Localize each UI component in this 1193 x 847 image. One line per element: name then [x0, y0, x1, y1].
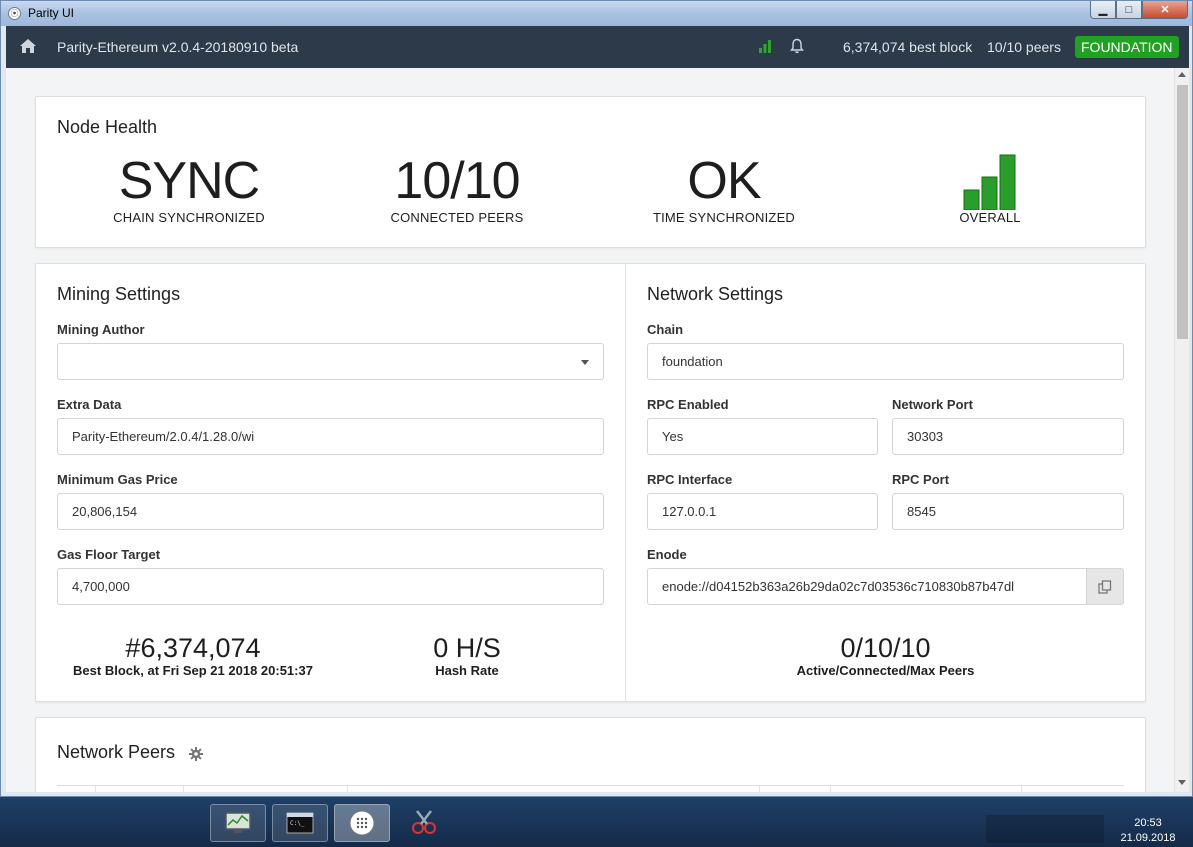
min-gas-price-input[interactable]: 20,806,154	[57, 493, 604, 530]
window-controls: ▁ □ ✕	[1090, 1, 1188, 19]
table-column-divider	[830, 786, 831, 792]
clock-time: 20:53	[1134, 817, 1162, 829]
chain-input[interactable]: foundation	[647, 343, 1124, 380]
time-sync-value: OK	[687, 152, 761, 210]
parity-header: Parity-Ethereum v2.0.4-20180910 beta 6,3…	[6, 26, 1189, 68]
mining-author-label: Mining Author	[57, 322, 145, 337]
rpc-enabled-label: RPC Enabled	[647, 397, 729, 412]
extra-data-label: Extra Data	[57, 397, 122, 412]
hash-rate-label: Hash Rate	[435, 663, 499, 678]
table-column-divider	[759, 786, 760, 792]
scroll-down-arrow-icon[interactable]	[1178, 780, 1186, 785]
peers-indicator: 10/10 peers	[987, 39, 1061, 55]
network-port-label: Network Port	[892, 397, 973, 412]
close-button[interactable]: ✕	[1142, 1, 1188, 19]
gear-icon[interactable]	[189, 747, 203, 761]
overall-signal	[870, 152, 1110, 210]
window-title: Parity UI	[28, 6, 75, 20]
sync-status: SYNC CHAIN SYNCHRONIZED	[69, 152, 309, 225]
home-icon[interactable]	[20, 39, 36, 53]
vertical-scrollbar[interactable]	[1174, 68, 1189, 792]
rpc-port-label: RPC Port	[892, 472, 950, 487]
min-gas-price-label: Minimum Gas Price	[57, 472, 178, 487]
rpc-port-input[interactable]: 8545	[892, 493, 1124, 530]
svg-text:C:\_: C:\_	[290, 820, 305, 827]
node-health-card: Node Health SYNC CHAIN SYNCHRONIZED 10/1…	[35, 96, 1146, 248]
rpc-enabled-input[interactable]: Yes	[647, 418, 878, 455]
copy-enode-button[interactable]	[1086, 568, 1124, 605]
network-peers-label: Active/Connected/Max Peers	[796, 663, 975, 678]
best-block-indicator: 6,374,074 best block	[843, 39, 973, 55]
app-window: ⦿ Parity UI ▁ □ ✕ Parity-Ethereum v2.0.4…	[0, 0, 1193, 797]
monitor-icon	[225, 812, 251, 833]
settings-card: Mining Settings Mining Author Extra Data…	[35, 263, 1146, 702]
extra-data-input[interactable]: Parity-Ethereum/2.0.4/1.28.0/wi	[57, 418, 604, 455]
taskbar-snipping-tool-button[interactable]	[396, 804, 452, 842]
sync-status-value: SYNC	[118, 152, 260, 210]
enode-label: Enode	[647, 547, 687, 562]
time-sync-label: TIME SYNCHRONIZED	[652, 210, 796, 225]
parity-app-icon: ⦿	[8, 7, 21, 20]
table-column-divider	[347, 786, 348, 792]
best-block-stat: #6,374,074 Best Block, at Fri Sep 21 201…	[57, 633, 329, 678]
app-version: Parity-Ethereum v2.0.4-20180910 beta	[57, 39, 299, 55]
chain-label: Chain	[647, 322, 684, 337]
scrollbar-thumb[interactable]	[1177, 85, 1188, 339]
gas-floor-target-label: Gas Floor Target	[57, 547, 161, 562]
rpc-interface-label: RPC Interface	[647, 472, 733, 487]
table-column-divider	[95, 786, 96, 792]
network-peers-card: Network Peers	[35, 717, 1146, 792]
enode-input[interactable]: enode://d04152b363a26b29da02c7d03536c710…	[647, 568, 1087, 605]
chain-badge: FOUNDATION	[1075, 36, 1179, 58]
peers-table	[57, 785, 1124, 792]
main-content: Node Health SYNC CHAIN SYNCHRONIZED 10/1…	[6, 68, 1174, 792]
taskbar-cmd-button[interactable]: C:\_	[272, 804, 328, 842]
overall-status: OVERALL	[870, 152, 1110, 225]
network-port-input[interactable]: 30303	[892, 418, 1124, 455]
network-peers-value: 0/10/10	[840, 633, 931, 663]
hash-rate-stat: 0 H/S Hash Rate	[377, 633, 557, 678]
signal-strength-icon[interactable]	[758, 39, 772, 53]
network-peers-stat: 0/10/10 Active/Connected/Max Peers	[647, 633, 1124, 678]
sync-status-label: CHAIN SYNCHRONIZED	[113, 210, 265, 225]
table-column-divider	[183, 786, 184, 792]
overall-signal-bars-icon	[963, 154, 1016, 210]
minimize-button[interactable]: ▁	[1090, 1, 1116, 19]
hash-rate-value: 0 H/S	[433, 633, 501, 663]
scroll-up-arrow-icon[interactable]	[1178, 72, 1186, 77]
scissors-icon	[412, 810, 436, 834]
best-block-label: Best Block, at Fri Sep 21 2018 20:51:37	[73, 663, 313, 678]
mining-settings-title: Mining Settings	[57, 284, 181, 304]
time-sync-status: OK TIME SYNCHRONIZED	[604, 152, 844, 225]
system-tray	[986, 815, 1104, 843]
network-settings-title: Network Settings	[647, 284, 784, 304]
settings-divider	[625, 264, 626, 701]
parity-app-icon	[349, 810, 375, 836]
mining-author-select[interactable]	[57, 343, 604, 380]
connected-peers-status: 10/10 CONNECTED PEERS	[337, 152, 577, 225]
maximize-button[interactable]: □	[1116, 1, 1142, 19]
overall-label: OVERALL	[959, 210, 1021, 225]
best-block-value: #6,374,074	[125, 633, 261, 663]
clock-date: 21.09.2018	[1120, 832, 1176, 844]
taskbar-parity-button[interactable]	[334, 804, 390, 842]
command-prompt-icon: C:\_	[286, 812, 314, 834]
rpc-interface-input[interactable]: 127.0.0.1	[647, 493, 878, 530]
copy-icon	[1098, 579, 1112, 594]
taskbar-task-manager-button[interactable]	[210, 804, 266, 842]
table-column-divider	[1021, 786, 1022, 792]
notification-bell-icon[interactable]	[789, 38, 805, 54]
connected-peers-value: 10/10	[394, 152, 520, 210]
taskbar-clock[interactable]: 20:53 21.09.2018	[1108, 816, 1188, 846]
network-peers-title: Network Peers	[57, 742, 176, 762]
node-health-title: Node Health	[57, 117, 158, 137]
gas-floor-target-input[interactable]: 4,700,000	[57, 568, 604, 605]
connected-peers-label: CONNECTED PEERS	[390, 210, 524, 225]
window-titlebar[interactable]: ⦿ Parity UI ▁ □ ✕	[1, 1, 1192, 26]
